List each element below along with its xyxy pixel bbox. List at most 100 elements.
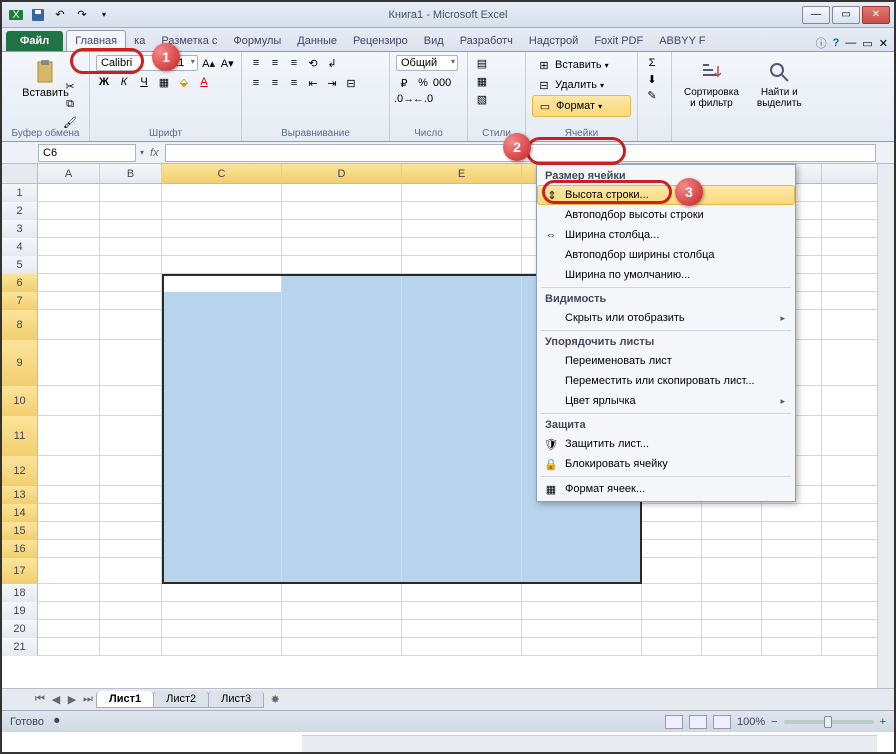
page-layout-view-button[interactable] xyxy=(689,715,707,729)
cell[interactable] xyxy=(38,274,100,292)
cell[interactable] xyxy=(38,292,100,310)
cell[interactable] xyxy=(38,184,100,202)
cell[interactable] xyxy=(762,620,822,638)
cell[interactable] xyxy=(162,602,282,620)
cell[interactable] xyxy=(282,504,402,522)
align-middle-icon[interactable]: ≡ xyxy=(267,55,283,71)
sheet-nav-last-icon[interactable]: ⏭ xyxy=(80,692,96,708)
cell[interactable] xyxy=(162,340,282,386)
cell[interactable] xyxy=(522,584,642,602)
col-header-A[interactable]: A xyxy=(38,164,100,183)
comma-icon[interactable]: 000 xyxy=(434,75,450,91)
cell[interactable] xyxy=(162,456,282,486)
row-header-17[interactable]: 17 xyxy=(2,558,38,584)
cell[interactable] xyxy=(282,456,402,486)
menu-format-cells[interactable]: ▦ Формат ячеек... xyxy=(537,479,795,499)
cell[interactable] xyxy=(100,456,162,486)
cell[interactable] xyxy=(402,292,522,310)
cell[interactable] xyxy=(702,620,762,638)
cell[interactable] xyxy=(762,584,822,602)
cell[interactable] xyxy=(162,184,282,202)
cell[interactable] xyxy=(38,620,100,638)
format-cells-button[interactable]: ▭Формат▾ xyxy=(532,95,631,117)
row-header-1[interactable]: 1 xyxy=(2,184,38,202)
menu-col-width[interactable]: ⇔ Ширина столбца... xyxy=(537,225,795,245)
name-box[interactable]: C6 xyxy=(38,144,136,162)
cell[interactable] xyxy=(402,486,522,504)
shrink-font-icon[interactable]: A▾ xyxy=(219,55,235,71)
font-color-icon[interactable]: A xyxy=(196,74,212,90)
select-all-corner[interactable] xyxy=(2,164,38,183)
cell[interactable] xyxy=(38,638,100,656)
tab-developer[interactable]: Разработч xyxy=(452,31,521,51)
cell[interactable] xyxy=(282,184,402,202)
excel-icon[interactable]: X xyxy=(6,5,26,25)
cell[interactable] xyxy=(402,310,522,340)
redo-icon[interactable]: ↷ xyxy=(72,5,92,25)
merge-icon[interactable]: ⊟ xyxy=(343,75,359,91)
cell[interactable] xyxy=(100,540,162,558)
cell[interactable] xyxy=(282,522,402,540)
zoom-slider[interactable] xyxy=(784,720,874,724)
cell[interactable] xyxy=(402,540,522,558)
delete-cells-button[interactable]: ⊟Удалить▾ xyxy=(532,75,631,95)
cell[interactable] xyxy=(38,220,100,238)
cell[interactable] xyxy=(642,540,702,558)
cell[interactable] xyxy=(702,540,762,558)
vertical-scrollbar[interactable] xyxy=(877,164,894,688)
row-header-14[interactable]: 14 xyxy=(2,504,38,522)
cell[interactable] xyxy=(402,602,522,620)
ribbon-window-close-icon[interactable]: ✕ xyxy=(879,37,888,50)
cell[interactable] xyxy=(100,292,162,310)
decrease-indent-icon[interactable]: ⇤ xyxy=(305,75,321,91)
cell[interactable] xyxy=(100,584,162,602)
row-header-15[interactable]: 15 xyxy=(2,522,38,540)
copy-icon[interactable]: ⧉ xyxy=(62,96,78,112)
cell[interactable] xyxy=(282,256,402,274)
cell[interactable] xyxy=(162,522,282,540)
cell[interactable] xyxy=(762,522,822,540)
cell[interactable] xyxy=(162,504,282,522)
cell[interactable] xyxy=(762,558,822,584)
cell[interactable] xyxy=(282,310,402,340)
tab-view[interactable]: Вид xyxy=(416,31,452,51)
bold-icon[interactable]: Ж xyxy=(96,74,112,90)
cell[interactable] xyxy=(282,416,402,456)
col-header-D[interactable]: D xyxy=(282,164,402,183)
cell[interactable] xyxy=(162,584,282,602)
cell[interactable] xyxy=(100,602,162,620)
cell[interactable] xyxy=(642,602,702,620)
cell[interactable] xyxy=(38,540,100,558)
cell[interactable] xyxy=(402,220,522,238)
maximize-button[interactable]: ▭ xyxy=(832,6,860,24)
cell[interactable] xyxy=(38,558,100,584)
sheet-tab-2[interactable]: Лист2 xyxy=(153,691,209,708)
cell[interactable] xyxy=(642,558,702,584)
cell[interactable] xyxy=(38,486,100,504)
col-header-B[interactable]: B xyxy=(100,164,162,183)
cell[interactable] xyxy=(642,584,702,602)
row-header-5[interactable]: 5 xyxy=(2,256,38,274)
menu-autofit-row[interactable]: Автоподбор высоты строки xyxy=(537,205,795,225)
tab-addins[interactable]: Надстрой xyxy=(521,31,586,51)
cell[interactable] xyxy=(162,416,282,456)
undo-icon[interactable]: ↶ xyxy=(50,5,70,25)
border-icon[interactable]: ▦ xyxy=(156,74,172,90)
italic-icon[interactable]: К xyxy=(116,74,132,90)
close-button[interactable]: ✕ xyxy=(862,6,890,24)
cell[interactable] xyxy=(38,522,100,540)
cell[interactable] xyxy=(162,202,282,220)
cell[interactable] xyxy=(522,540,642,558)
row-header-20[interactable]: 20 xyxy=(2,620,38,638)
cell[interactable] xyxy=(162,292,282,310)
cell[interactable] xyxy=(402,386,522,416)
tab-formulas[interactable]: Формулы xyxy=(225,31,289,51)
cell[interactable] xyxy=(38,310,100,340)
grow-font-icon[interactable]: A▴ xyxy=(201,55,217,71)
cell[interactable] xyxy=(702,584,762,602)
wrap-text-icon[interactable]: ↲ xyxy=(324,55,340,71)
cell[interactable] xyxy=(38,584,100,602)
cell[interactable] xyxy=(702,504,762,522)
sheet-nav-next-icon[interactable]: ▶ xyxy=(64,692,80,708)
row-header-16[interactable]: 16 xyxy=(2,540,38,558)
